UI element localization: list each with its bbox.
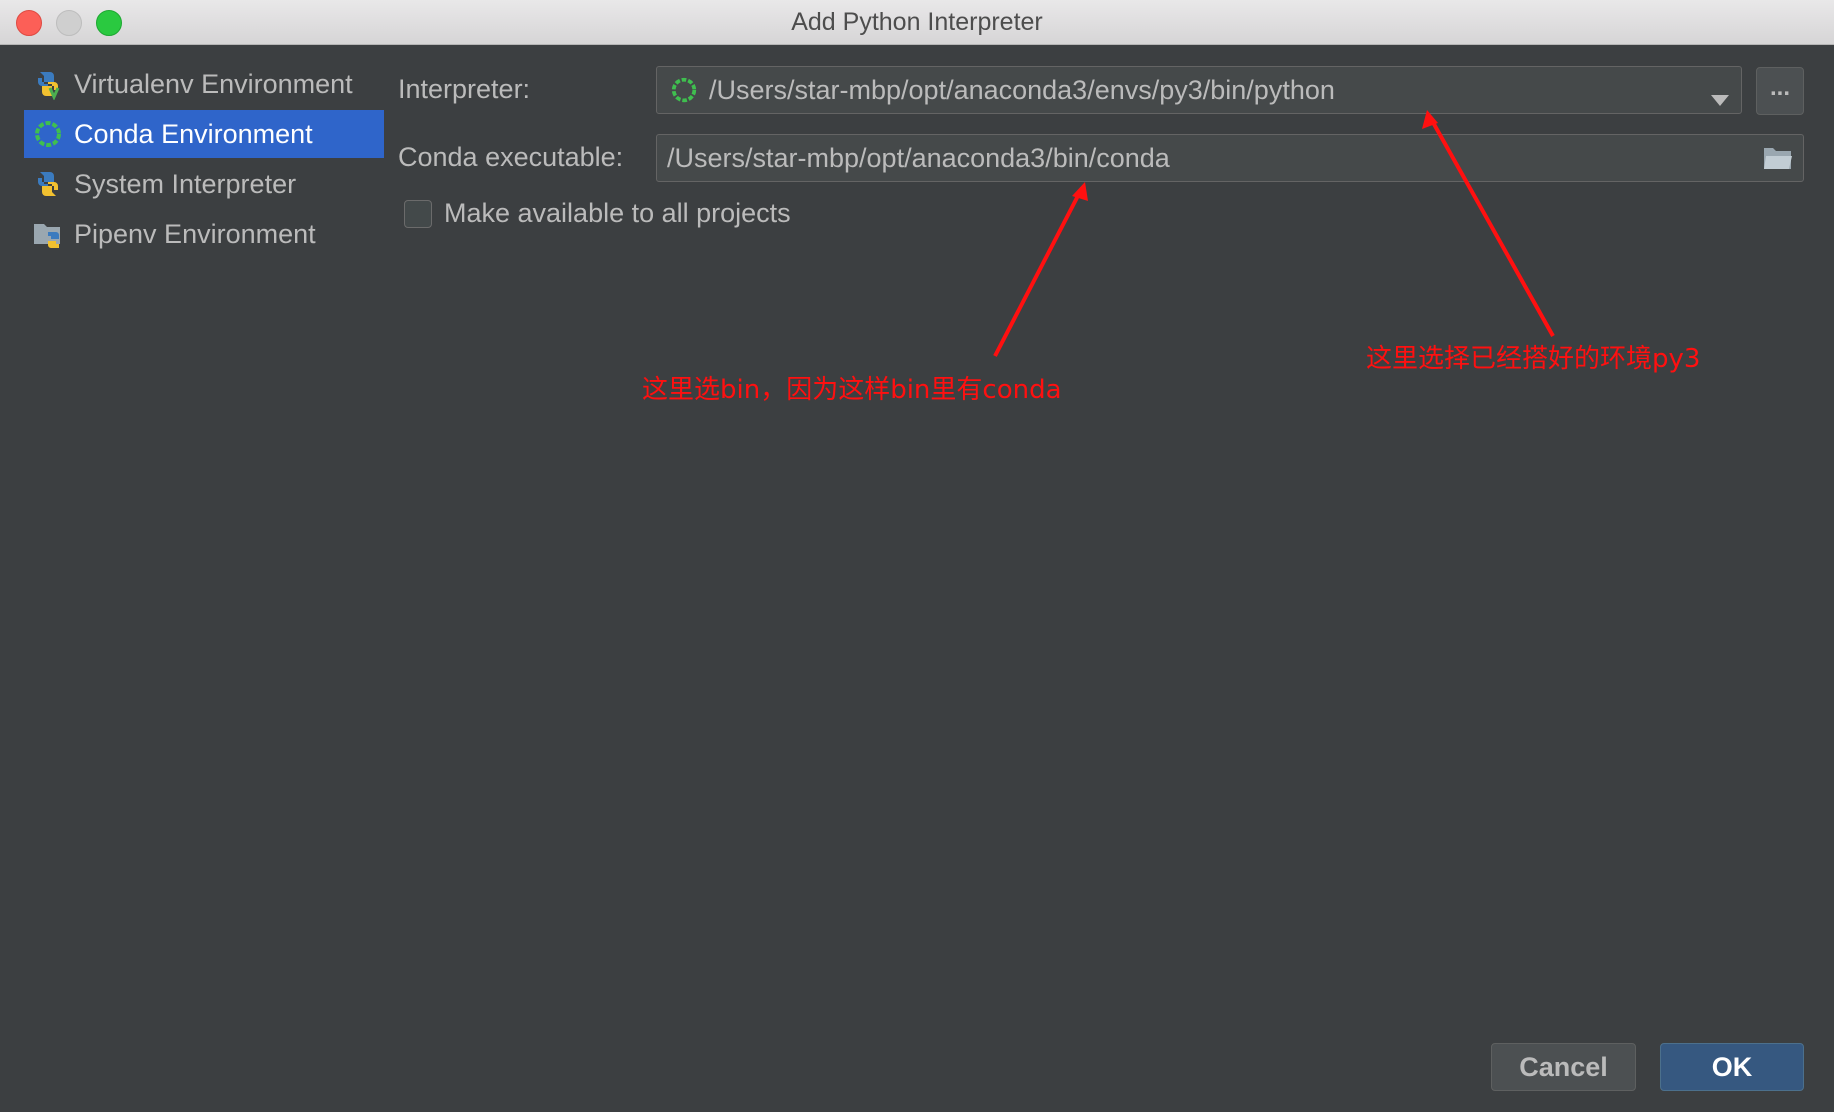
arrowhead-conda: [1072, 182, 1088, 201]
sidebar-item-conda[interactable]: Conda Environment: [24, 110, 384, 158]
make-available-checkbox[interactable]: [404, 200, 432, 228]
conda-executable-field[interactable]: /Users/star-mbp/opt/anaconda3/bin/conda: [656, 134, 1804, 182]
sidebar-item-label: Virtualenv Environment: [74, 68, 353, 99]
sidebar-item-label: Conda Environment: [74, 118, 313, 149]
python-virtualenv-icon: [32, 68, 64, 101]
conda-icon: [669, 75, 699, 105]
chevron-down-icon[interactable]: [1711, 83, 1729, 114]
ok-button[interactable]: OK: [1660, 1043, 1804, 1091]
conda-icon: [32, 118, 64, 150]
annotation-env-note: 这里选择已经搭好的环境py3: [1366, 344, 1701, 374]
interpreter-select[interactable]: /Users/star-mbp/opt/anaconda3/envs/py3/b…: [656, 66, 1742, 114]
sidebar-item-label: Pipenv Environment: [74, 218, 316, 249]
environment-type-list: Virtualenv Environment Conda Environment…: [24, 60, 384, 260]
annotation-bin-note: 这里选bin，因为这样bin里有conda: [642, 375, 1062, 405]
sidebar-item-system-interpreter[interactable]: System Interpreter: [24, 160, 384, 208]
make-available-label: Make available to all projects: [444, 198, 791, 228]
window-title: Add Python Interpreter: [791, 8, 1043, 36]
pipenv-folder-icon: [32, 218, 64, 250]
conda-executable-label: Conda executable:: [398, 142, 624, 172]
conda-executable-path: /Users/star-mbp/opt/anaconda3/bin/conda: [667, 142, 1170, 173]
arrow-to-conda-path: [993, 187, 1084, 357]
sidebar-item-pipenv[interactable]: Pipenv Environment: [24, 210, 384, 258]
interpreter-label: Interpreter:: [398, 74, 531, 104]
sidebar-item-virtualenv[interactable]: Virtualenv Environment: [24, 60, 384, 108]
python-icon: [32, 168, 64, 200]
cancel-button[interactable]: Cancel: [1491, 1043, 1636, 1091]
title-bar: Add Python Interpreter: [0, 0, 1834, 45]
interpreter-path: /Users/star-mbp/opt/anaconda3/envs/py3/b…: [709, 74, 1335, 105]
sidebar-item-label: System Interpreter: [74, 168, 297, 199]
browse-interpreter-button[interactable]: ...: [1756, 67, 1804, 115]
folder-icon[interactable]: [1763, 145, 1793, 178]
